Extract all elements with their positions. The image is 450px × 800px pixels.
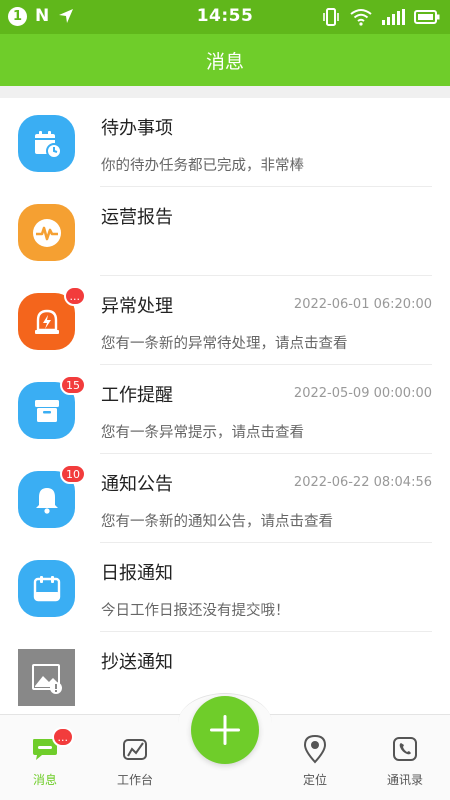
- nav-icon-wrap: [100, 733, 170, 765]
- report-tile: [18, 204, 75, 261]
- unread-badge: ...: [63, 286, 86, 306]
- unread-badge: 10: [60, 464, 86, 484]
- location-pin-icon: [303, 734, 327, 764]
- pulse-icon: [32, 218, 61, 247]
- workbench-icon: [123, 739, 147, 760]
- daily-report-tile: [18, 560, 75, 617]
- message-title: 运营报告: [101, 207, 173, 228]
- bell-icon: [35, 487, 58, 514]
- nav-label: 工作台: [116, 773, 153, 787]
- status-bar: 1 N 14:55: [0, 0, 450, 34]
- announcement-tile: 10: [18, 464, 86, 528]
- message-item-daily-report[interactable]: 日报通知 今日工作日报还没有提交哦！: [0, 543, 450, 632]
- nav-icon-wrap: [370, 733, 440, 765]
- message-time: 2022-05-09 00:00:00: [293, 386, 432, 401]
- message-list: 待办事项 你的待办任务都已完成，非常棒 运营报告 ... 异常处理 2022-0…: [0, 98, 450, 721]
- wifi-icon: [350, 9, 372, 26]
- message-subtitle: 今日工作日报还没有提交哦！: [101, 603, 290, 619]
- message-title: 工作提醒: [101, 385, 173, 406]
- cc-tile: [18, 649, 75, 706]
- exception-tile: ...: [18, 286, 86, 350]
- message-item-announcement[interactable]: 10 通知公告 2022-06-22 08:04:56 您有一条新的通知公告，请…: [0, 454, 450, 543]
- warning-light-icon: [34, 309, 59, 334]
- top-spacer: [0, 86, 450, 98]
- page-title: 消息: [205, 50, 244, 73]
- signal-icon: [382, 9, 405, 25]
- title-bar: 消息: [0, 34, 450, 86]
- phone-icon: [393, 737, 417, 761]
- message-title: 通知公告: [101, 474, 173, 495]
- message-item-operations-report[interactable]: 运营报告: [0, 187, 450, 276]
- nav-location[interactable]: 定位: [280, 733, 350, 788]
- unread-badge: 15: [60, 375, 86, 395]
- nav-label: 定位: [302, 773, 327, 787]
- plus-icon: [210, 715, 240, 745]
- message-title: 日报通知: [101, 563, 173, 584]
- bottom-nav: ... 消息 工作台 定位 通讯录: [0, 693, 450, 800]
- message-item-work-reminder[interactable]: 15 工作提醒 2022-05-09 00:00:00 您有一条异常提示，请点击…: [0, 365, 450, 454]
- message-subtitle: 您有一条异常提示，请点击查看: [101, 425, 304, 441]
- reminder-tile: 15: [18, 375, 86, 439]
- nav-messages[interactable]: ... 消息: [10, 727, 80, 788]
- todo-tile: [18, 115, 75, 172]
- message-title: 抄送通知: [101, 652, 173, 673]
- nav-badge: ...: [51, 727, 74, 747]
- nav-workbench[interactable]: 工作台: [100, 733, 170, 788]
- message-subtitle: 你的待办任务都已完成，非常棒: [101, 158, 304, 174]
- message-subtitle: 您有一条新的通知公告，请点击查看: [101, 514, 333, 530]
- message-time: 2022-06-22 08:04:56: [293, 475, 432, 490]
- message-title: 异常处理: [101, 296, 173, 317]
- archive-box-icon: [34, 399, 59, 422]
- message-subtitle: 您有一条新的异常待处理，请点击查看: [101, 336, 348, 352]
- nav-label: 消息: [32, 773, 57, 787]
- message-title: 待办事项: [101, 118, 173, 139]
- calendar-clock-icon: [34, 130, 62, 159]
- battery-icon: [414, 10, 440, 24]
- message-item-todo[interactable]: 待办事项 你的待办任务都已完成，非常棒: [0, 98, 450, 187]
- message-item-exception[interactable]: ... 异常处理 2022-06-01 06:20:00 您有一条新的异常待处理…: [0, 276, 450, 365]
- nav-icon-wrap: [280, 733, 350, 765]
- broken-image-icon: [31, 663, 62, 694]
- nav-label: 通讯录: [386, 773, 423, 787]
- nav-icon-wrap: ...: [10, 727, 80, 765]
- message-time: 2022-06-01 06:20:00: [293, 297, 432, 312]
- vibrate-icon: [323, 8, 339, 26]
- nav-contacts[interactable]: 通讯录: [370, 733, 440, 788]
- add-button[interactable]: [191, 696, 259, 764]
- daily-report-icon: [33, 575, 60, 601]
